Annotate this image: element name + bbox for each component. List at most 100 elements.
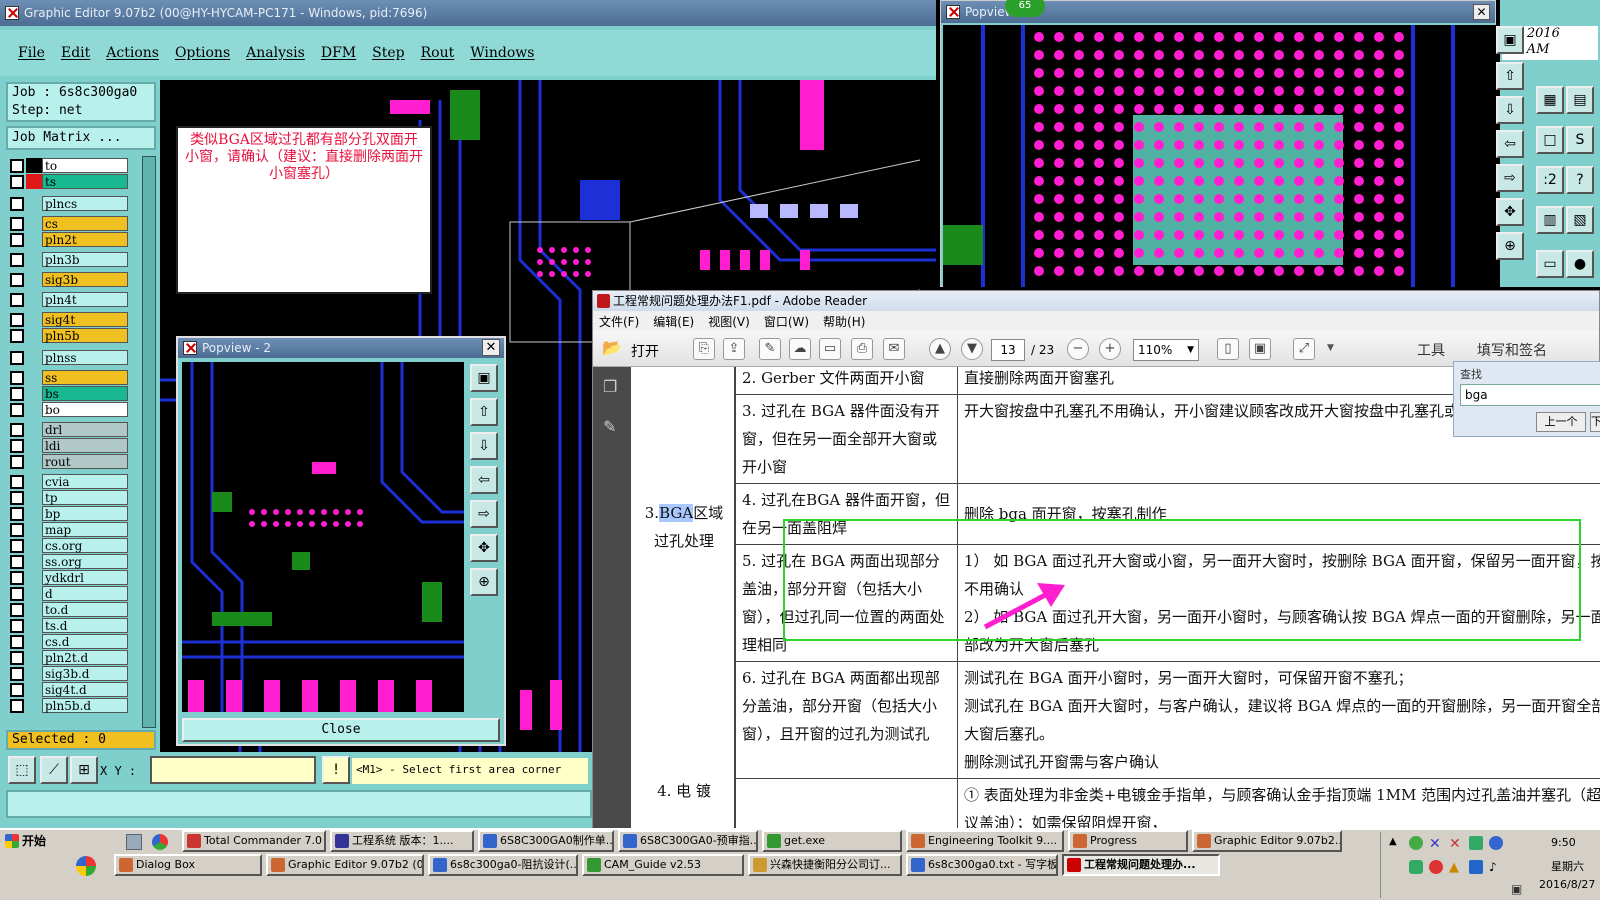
popview-tool-2-icon[interactable]: ⇧ bbox=[1496, 62, 1524, 90]
popview-2-tool-6-icon[interactable]: ✥ bbox=[470, 534, 498, 562]
layer-checkbox[interactable] bbox=[10, 506, 24, 521]
fullscreen-icon[interactable]: ⤢ bbox=[1293, 338, 1315, 360]
page-number-input[interactable]: 13 bbox=[991, 339, 1025, 361]
layer-row[interactable]: sig3b.d bbox=[8, 666, 128, 681]
layer-checkbox[interactable] bbox=[10, 438, 24, 453]
show-desktop-icon[interactable] bbox=[126, 834, 142, 850]
bluetooth-icon[interactable] bbox=[1489, 836, 1503, 850]
layer-row[interactable]: bo bbox=[8, 402, 128, 417]
fill-sign-button[interactable]: 填写和签名 bbox=[1477, 340, 1547, 360]
export-pdf-icon[interactable]: ⇪ bbox=[723, 338, 745, 360]
layer-checkbox[interactable] bbox=[10, 370, 24, 385]
layer-checkbox[interactable] bbox=[10, 570, 24, 585]
tray-app-4-icon[interactable] bbox=[1469, 836, 1483, 850]
browser-icon[interactable] bbox=[152, 834, 168, 850]
tool-b-icon[interactable]: ▤ bbox=[1566, 86, 1594, 114]
taskbar-button[interactable]: 工程系统 版本：1.... bbox=[330, 830, 474, 852]
create-pdf-icon[interactable]: ⎘ bbox=[693, 338, 715, 360]
taskbar-button[interactable]: Dialog Box bbox=[114, 854, 262, 876]
layer-checkbox[interactable] bbox=[10, 634, 24, 649]
layer-row[interactable]: sig4t bbox=[8, 312, 128, 327]
command-line[interactable] bbox=[6, 790, 592, 818]
taskbar-button[interactable]: 6S8C300GA0-预审指... bbox=[618, 830, 758, 852]
layer-row[interactable]: to bbox=[8, 158, 128, 173]
tool-e-icon[interactable]: :2 bbox=[1536, 166, 1564, 194]
popview-tool-3-icon[interactable]: ⇩ bbox=[1496, 96, 1524, 124]
zoom-select[interactable]: 110% ▼ bbox=[1133, 339, 1199, 361]
print-icon[interactable]: ⎙ bbox=[851, 338, 873, 360]
layer-checkbox[interactable] bbox=[10, 474, 24, 489]
layer-row[interactable]: tp bbox=[8, 490, 128, 505]
grid-icon[interactable]: ⊞ bbox=[70, 756, 98, 784]
layer-row[interactable]: ldi bbox=[8, 438, 128, 453]
tray-app-1-icon[interactable] bbox=[1409, 836, 1423, 850]
taskbar-button[interactable]: CAM_Guide v2.53 bbox=[582, 854, 744, 876]
layer-checkbox[interactable] bbox=[10, 422, 24, 437]
reader-menu-file[interactable]: 文件(F) bbox=[599, 313, 639, 330]
layer-checkbox[interactable] bbox=[10, 292, 24, 307]
taskbar-button[interactable]: 6s8c300ga0.txt - 写字板 bbox=[906, 854, 1058, 876]
layer-row[interactable]: pln4t bbox=[8, 292, 128, 307]
layer-row[interactable]: ydkdrl bbox=[8, 570, 128, 585]
graphic-editor-titlebar[interactable]: Graphic Editor 9.07b2 (00@HY-HYCAM-PC171… bbox=[0, 0, 936, 26]
taskbar-button[interactable]: 工程常规问题处理办... bbox=[1062, 854, 1220, 876]
popview-tool-6-icon[interactable]: ✥ bbox=[1496, 198, 1524, 226]
xy-input[interactable] bbox=[150, 756, 316, 784]
popview-2-tool-5-icon[interactable]: ⇨ bbox=[470, 500, 498, 528]
layer-row[interactable]: plncs bbox=[8, 196, 128, 211]
email-icon[interactable]: ✉ bbox=[883, 338, 905, 360]
taskbar-button[interactable]: Graphic Editor 9.07b2 (0... bbox=[266, 854, 424, 876]
popview-2-tool-3-icon[interactable]: ⇩ bbox=[470, 432, 498, 460]
taskbar-button[interactable]: 兴森快捷衡阳分公司订... bbox=[748, 854, 902, 876]
layer-checkbox[interactable] bbox=[10, 586, 24, 601]
tool-a-icon[interactable]: ▦ bbox=[1536, 86, 1564, 114]
tray-app-2-icon[interactable]: ✕ bbox=[1429, 836, 1441, 852]
layer-row[interactable]: pln2t bbox=[8, 232, 128, 247]
upload-icon[interactable]: ☁ bbox=[789, 338, 811, 360]
tool-d-icon[interactable]: S bbox=[1566, 126, 1594, 154]
find-next-button[interactable]: 下 bbox=[1590, 412, 1600, 432]
layer-row[interactable]: plnss bbox=[8, 350, 128, 365]
layer-checkbox[interactable] bbox=[10, 312, 24, 327]
layer-row[interactable]: cs.org bbox=[8, 538, 128, 553]
popview-2-titlebar[interactable]: Popview - 2 bbox=[178, 338, 504, 358]
layer-checkbox[interactable] bbox=[10, 252, 24, 267]
popview-tool-4-icon[interactable]: ⇦ bbox=[1496, 130, 1524, 158]
reader-menu-edit[interactable]: 编辑(E) bbox=[653, 313, 694, 330]
zoom-area-icon[interactable]: ⬚ bbox=[8, 756, 36, 784]
reader-titlebar[interactable]: 工程常规问题处理办法F1.pdf - Adobe Reader bbox=[593, 291, 1599, 311]
layer-row[interactable]: cs bbox=[8, 216, 128, 231]
reader-menu-view[interactable]: 视图(V) bbox=[708, 313, 750, 330]
menu-analysis[interactable]: Analysis bbox=[246, 45, 305, 61]
taskbar-button[interactable]: Total Commander 7.0 ... bbox=[182, 830, 326, 852]
layer-checkbox[interactable] bbox=[10, 328, 24, 343]
tray-app-8-icon[interactable]: ▣ bbox=[1511, 882, 1522, 896]
volume-icon[interactable]: ♪ bbox=[1489, 860, 1497, 874]
fit-page-icon[interactable]: ▯ bbox=[1217, 338, 1239, 360]
menu-actions[interactable]: Actions bbox=[106, 45, 159, 61]
popview-2-tool-7-icon[interactable]: ⊕ bbox=[470, 568, 498, 596]
fit-width-icon[interactable]: ▣ bbox=[1249, 338, 1271, 360]
reader-menu-help[interactable]: 帮助(H) bbox=[823, 313, 865, 330]
layer-row[interactable]: to.d bbox=[8, 602, 128, 617]
layer-checkbox[interactable] bbox=[10, 602, 24, 617]
zoom-out-icon[interactable]: − bbox=[1067, 338, 1089, 360]
layer-checkbox[interactable] bbox=[10, 386, 24, 401]
layer-row[interactable]: rout bbox=[8, 454, 128, 469]
pages-panel-icon[interactable]: ❐ bbox=[603, 377, 617, 396]
layer-checkbox[interactable] bbox=[10, 174, 24, 189]
popview-2-canvas[interactable] bbox=[182, 362, 464, 712]
toolbar-more-icon[interactable]: ▼ bbox=[1327, 343, 1334, 353]
layer-row[interactable]: d bbox=[8, 586, 128, 601]
find-input[interactable]: bga bbox=[1460, 384, 1600, 406]
layer-row[interactable]: sig4t.d bbox=[8, 682, 128, 697]
layer-row[interactable]: drl bbox=[8, 422, 128, 437]
layer-checkbox[interactable] bbox=[10, 216, 24, 231]
record-icon[interactable]: ● bbox=[1566, 250, 1594, 278]
alert-icon[interactable]: ! bbox=[322, 756, 350, 784]
layer-row[interactable]: pln5b.d bbox=[8, 698, 128, 713]
popview-2-tool-1-icon[interactable]: ▣ bbox=[470, 364, 498, 392]
layer-row[interactable]: ts bbox=[8, 174, 128, 189]
tool-h-icon[interactable]: ▭ bbox=[1536, 250, 1564, 278]
tray-expand-icon[interactable]: ▲ bbox=[1389, 836, 1397, 847]
